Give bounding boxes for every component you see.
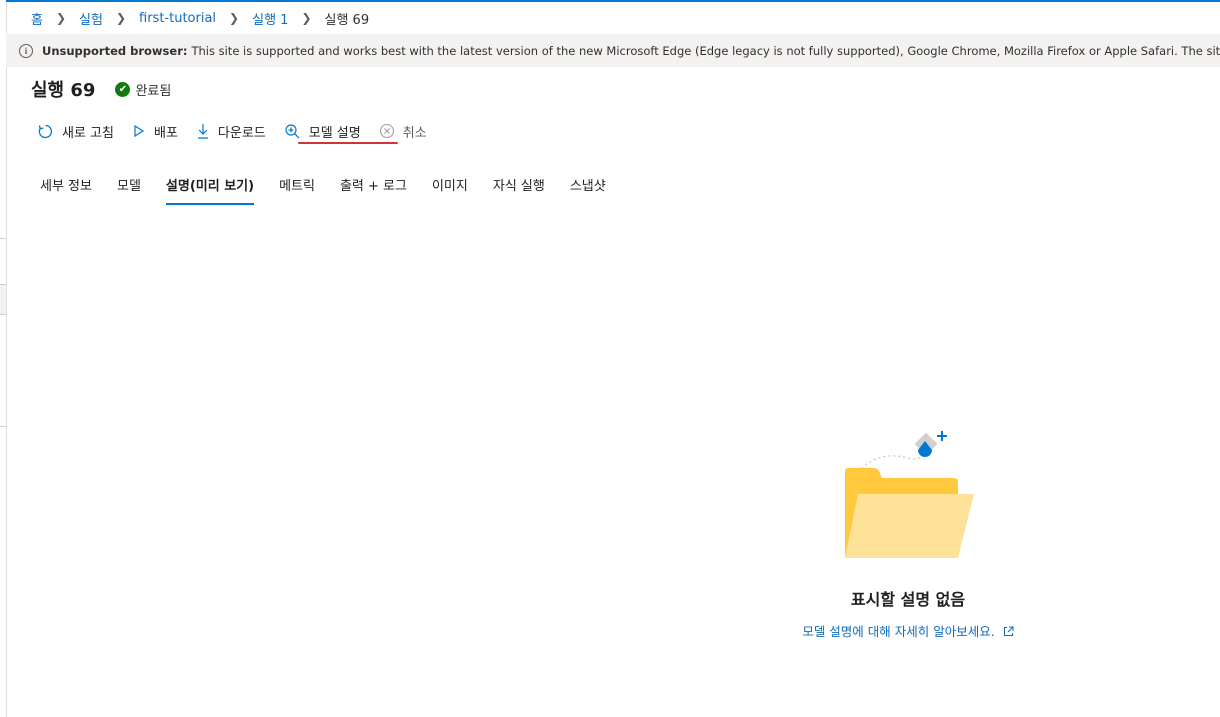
tab-images[interactable]: 이미지	[432, 170, 468, 206]
empty-folder-illustration	[838, 428, 978, 562]
unsupported-browser-banner: i Unsupported browser: This site is supp…	[6, 34, 1220, 67]
tab-list: 세부 정보 모델 설명(미리 보기) 메트릭 출력 + 로그 이미지 자식 실행…	[40, 170, 631, 206]
breadcrumb-current-run: 실행 69	[324, 12, 370, 28]
highlight-underline	[298, 142, 398, 144]
download-button[interactable]: 다운로드	[196, 122, 266, 141]
tab-child-runs[interactable]: 자식 실행	[493, 170, 545, 206]
breadcrumb: 홈 ❯ 실험 ❯ first-tutorial ❯ 실행 1 ❯ 실행 69	[6, 0, 1220, 34]
tab-outputs-logs[interactable]: 출력 + 로그	[340, 170, 407, 206]
page-header: 실행 69 ✔ 완료됨	[31, 76, 171, 102]
cancel-label: 취소	[402, 125, 427, 141]
status-text: 완료됨	[135, 83, 172, 99]
breadcrumb-experiment[interactable]: first-tutorial	[139, 11, 216, 26]
download-icon	[196, 123, 210, 139]
cancel-button[interactable]: 취소	[379, 122, 427, 141]
breadcrumb-experiments[interactable]: 실험	[79, 9, 103, 28]
left-nav-divider	[0, 426, 6, 427]
cancel-circle-icon	[379, 123, 395, 139]
chevron-right-icon: ❯	[115, 11, 127, 25]
info-icon: i	[19, 43, 33, 58]
deploy-button[interactable]: 배포	[132, 122, 178, 141]
tab-models[interactable]: 모델	[117, 170, 141, 206]
refresh-icon	[37, 123, 54, 140]
empty-state-title: 표시할 설명 없음	[850, 590, 966, 609]
tab-explanations[interactable]: 설명(미리 보기)	[165, 170, 255, 206]
left-nav-divider	[0, 284, 6, 285]
banner-title: Unsupported browser:	[42, 43, 188, 58]
download-label: 다운로드	[217, 125, 266, 141]
left-nav-divider	[0, 314, 6, 315]
chevron-right-icon: ❯	[55, 11, 67, 25]
banner-message: This site is supported and works best wi…	[191, 43, 1220, 58]
refresh-label: 새로 고침	[62, 125, 114, 141]
left-nav-selected-item[interactable]	[0, 284, 6, 314]
tab-metrics[interactable]: 메트릭	[279, 170, 315, 206]
learn-more-label: 모델 설명에 대해 자세히 알아보세요.	[802, 624, 995, 639]
tab-snapshot[interactable]: 스냅샷	[570, 170, 606, 206]
breadcrumb-home[interactable]: 홈	[31, 9, 43, 28]
explain-model-button[interactable]: 모델 설명	[284, 122, 361, 141]
breadcrumb-parent-run[interactable]: 실행 1	[252, 9, 288, 28]
status-badge: ✔ 완료됨	[115, 80, 171, 99]
zoom-in-icon	[284, 123, 301, 140]
chevron-right-icon: ❯	[229, 11, 240, 25]
chevron-right-icon: ❯	[301, 11, 312, 25]
external-link-icon	[1003, 626, 1014, 637]
tab-details[interactable]: 세부 정보	[40, 170, 92, 206]
deploy-label: 배포	[153, 125, 178, 141]
left-nav-divider	[0, 238, 6, 239]
checkmark-icon: ✔	[115, 81, 131, 97]
left-nav-rail	[0, 0, 7, 717]
command-bar: 새로 고침 배포 다운로드 모델 설명 취소	[37, 118, 445, 144]
learn-more-link[interactable]: 모델 설명에 대해 자세히 알아보세요.	[740, 621, 1076, 640]
explain-model-label: 모델 설명	[308, 125, 361, 141]
play-icon	[132, 124, 146, 138]
page-title: 실행 69	[31, 80, 96, 101]
refresh-button[interactable]: 새로 고침	[37, 122, 114, 141]
